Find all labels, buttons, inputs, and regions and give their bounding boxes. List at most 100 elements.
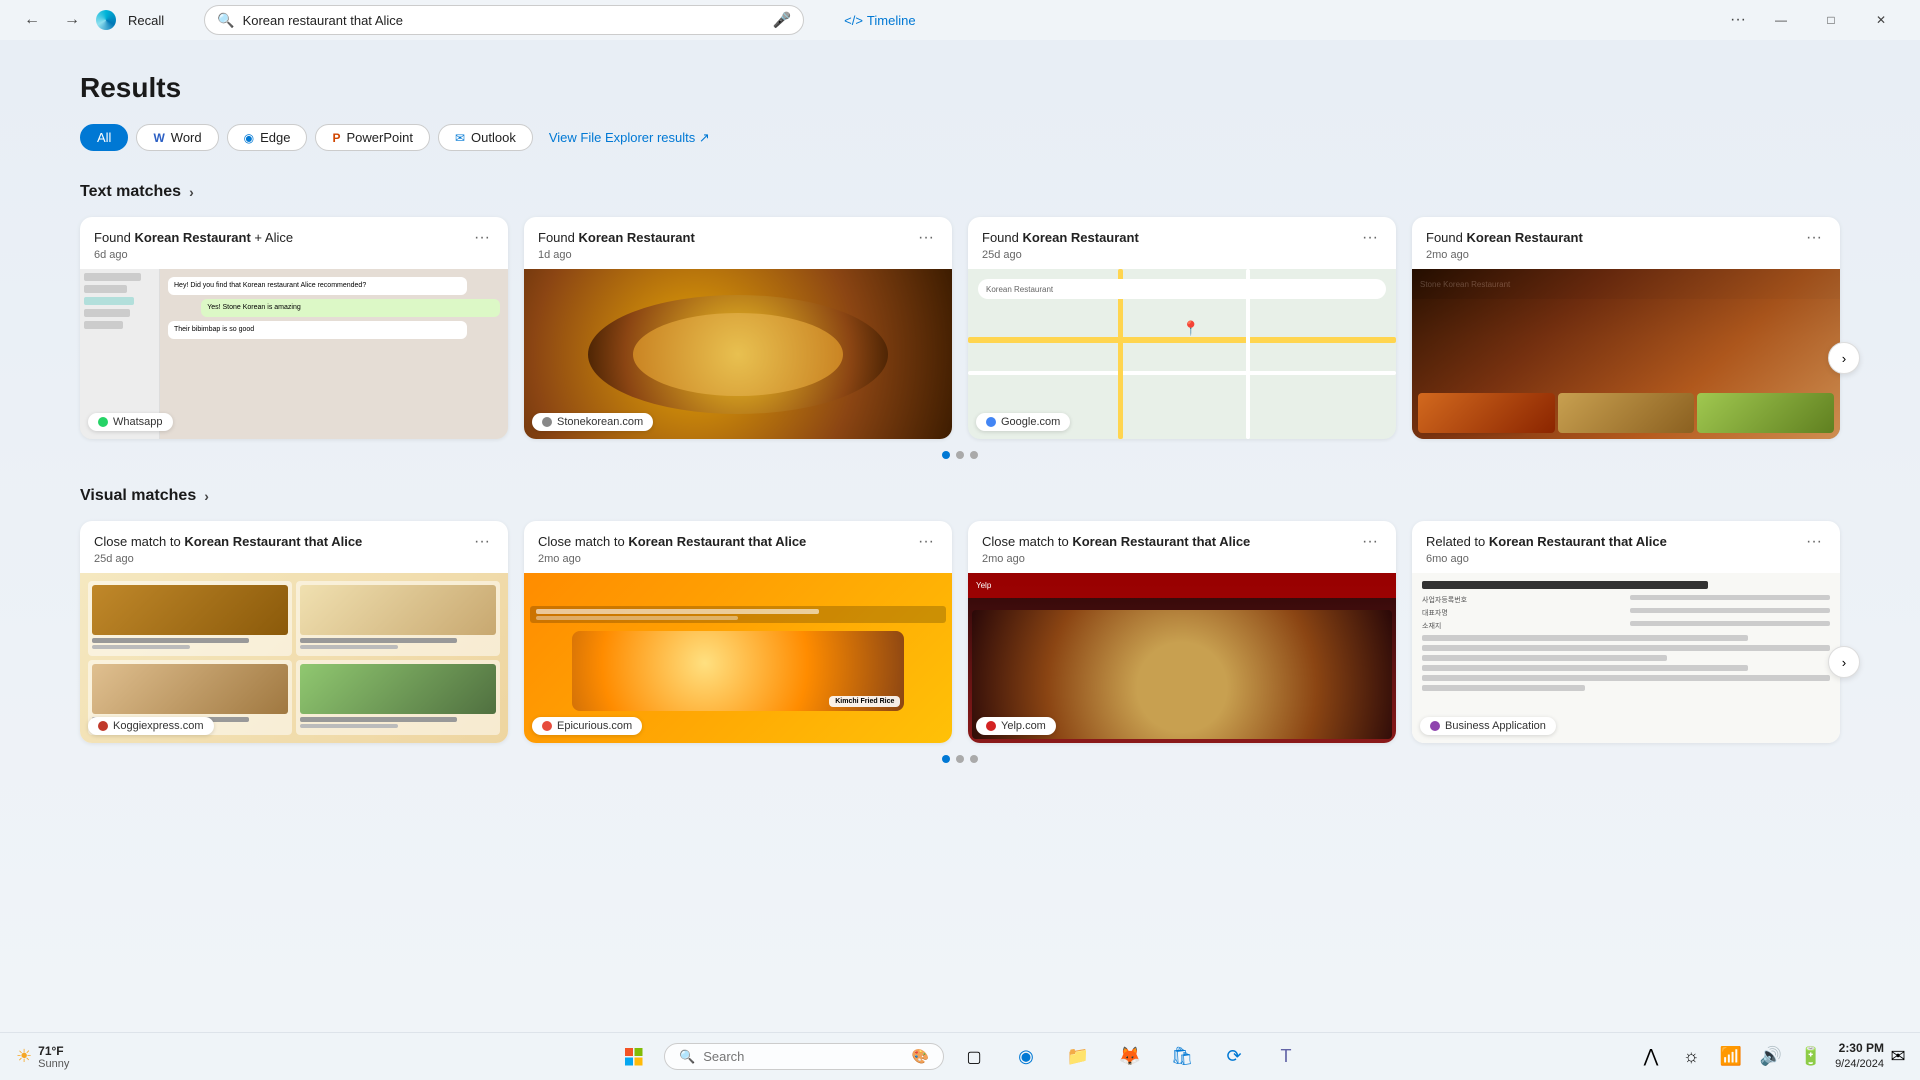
visual-matches-header[interactable]: Visual matches ›	[80, 487, 1840, 505]
card-header-3: Found Korean Restaurant 25d ago ···	[968, 217, 1396, 269]
card-time-3: 25d ago	[982, 249, 1139, 261]
card-time-2: 1d ago	[538, 249, 695, 261]
text-match-card-3[interactable]: Found Korean Restaurant 25d ago ··· 📍	[968, 217, 1396, 439]
card-screenshot-4: Stone Korean Restaurant	[1412, 269, 1840, 439]
filter-powerpoint[interactable]: P PowerPoint	[315, 124, 430, 151]
store-button[interactable]: 🛍	[1160, 1037, 1204, 1077]
word-label: Word	[171, 130, 202, 145]
edge-icon: ◉	[244, 131, 254, 145]
card-menu-btn-4[interactable]: ···	[1802, 229, 1826, 247]
system-clock[interactable]: 2:30 PM 9/24/2024	[1835, 1040, 1884, 1072]
firefox-button[interactable]: 🦊	[1108, 1037, 1152, 1077]
vm-badge-dot-4	[1430, 721, 1440, 731]
filter-edge[interactable]: ◉ Edge	[227, 124, 308, 151]
filter-all[interactable]: All	[80, 124, 128, 151]
windows-icon	[625, 1048, 643, 1066]
visual-matches-section: Visual matches › Close match to Korean R…	[80, 487, 1840, 763]
titlebar-nav: ← → Recall	[16, 4, 164, 36]
search-input[interactable]	[243, 13, 765, 28]
visual-match-card-2[interactable]: Close match to Korean Restaurant that Al…	[524, 521, 952, 743]
vm-card-menu-btn-3[interactable]: ···	[1358, 533, 1382, 551]
back-button[interactable]: ←	[16, 4, 48, 36]
outlook-icon: ✉	[455, 131, 465, 145]
forward-button[interactable]: →	[56, 4, 88, 36]
map-road-h1	[968, 337, 1396, 343]
taskbar-search[interactable]: 🔍 🎨	[664, 1043, 944, 1070]
card-menu-btn-1[interactable]: ···	[470, 229, 494, 247]
text-matches-header[interactable]: Text matches ›	[80, 183, 1840, 201]
app-title: Recall	[128, 13, 164, 28]
wa-bubble-1: Hey! Did you find that Korean restaurant…	[168, 277, 467, 295]
badge-dot-2	[542, 417, 552, 427]
visual-match-card-4[interactable]: Related to Korean Restaurant that Alice …	[1412, 521, 1840, 743]
timeline-button[interactable]: </> Timeline	[844, 13, 915, 28]
text-match-card-1[interactable]: Found Korean Restaurant + Alice 6d ago ·…	[80, 217, 508, 439]
vm-card-badge-4: Business Application	[1420, 717, 1556, 735]
vm-card-menu-btn-2[interactable]: ···	[914, 533, 938, 551]
search-bar[interactable]: 🔍 🎤	[204, 5, 804, 35]
card-badge-1: Whatsapp	[88, 413, 173, 431]
edge-taskbar-button[interactable]: ◉	[1004, 1037, 1048, 1077]
firefox-icon: 🦊	[1119, 1046, 1141, 1067]
weather-widget: ☀ 71°F Sunny	[16, 1044, 69, 1070]
sun-icon: ☀	[16, 1046, 32, 1067]
minimize-button[interactable]: —	[1758, 4, 1804, 36]
file-explorer-taskbar-button[interactable]: 📁	[1056, 1037, 1100, 1077]
file-explorer-link[interactable]: View File Explorer results ↗	[549, 130, 710, 146]
more-options-button[interactable]: ···	[1722, 7, 1754, 33]
vm-card-badge-1: Koggiexpress.com	[88, 717, 214, 735]
titlebar: ← → Recall 🔍 🎤 </> Timeline ··· — □ ✕	[0, 0, 1920, 40]
visual-matches-chevron: ›	[204, 488, 209, 504]
chevron-up-button[interactable]: ⋀	[1635, 1037, 1667, 1077]
badge-label-3: Google.com	[1001, 416, 1060, 428]
recall-app-icon	[96, 10, 116, 30]
card-header-1: Found Korean Restaurant + Alice 6d ago ·…	[80, 217, 508, 269]
task-view-button[interactable]: ▢	[952, 1037, 996, 1077]
card-badge-2: Stonekorean.com	[532, 413, 653, 431]
visual-match-card-1[interactable]: Close match to Korean Restaurant that Al…	[80, 521, 508, 743]
network-button[interactable]: 📶	[1715, 1037, 1747, 1077]
visual-match-card-3[interactable]: Close match to Korean Restaurant that Al…	[968, 521, 1396, 743]
doc-line-6	[1422, 685, 1585, 691]
weather-temp: 71°F	[38, 1044, 69, 1058]
close-button[interactable]: ✕	[1858, 4, 1904, 36]
weather-info: 71°F Sunny	[38, 1044, 69, 1070]
card-menu-btn-2[interactable]: ···	[914, 229, 938, 247]
filter-word[interactable]: W Word	[136, 124, 218, 151]
word-icon: W	[153, 131, 164, 145]
menu-item-1	[88, 581, 292, 656]
start-button[interactable]	[612, 1037, 656, 1077]
text-match-card-2[interactable]: Found Korean Restaurant 1d ago ···	[524, 217, 952, 439]
menu-item-4	[296, 660, 500, 735]
text-match-card-4[interactable]: Found Korean Restaurant 2mo ago ··· Ston…	[1412, 217, 1840, 439]
microphone-button[interactable]: 🎤	[772, 11, 791, 29]
titlebar-controls: ··· — □ ✕	[1722, 4, 1904, 36]
card-time-4: 2mo ago	[1426, 249, 1583, 261]
visual-matches-cards-wrapper: Close match to Korean Restaurant that Al…	[80, 521, 1840, 743]
teams-button[interactable]: T	[1264, 1037, 1308, 1077]
vm-card-menu-btn-4[interactable]: ···	[1802, 533, 1826, 551]
edge2-button[interactable]: ⟳	[1212, 1037, 1256, 1077]
maximize-button[interactable]: □	[1808, 4, 1854, 36]
dot-2-2	[956, 755, 964, 763]
vm-card-menu-btn-1[interactable]: ···	[470, 533, 494, 551]
main-content: Results All W Word ◉ Edge P PowerPoint ✉…	[0, 40, 1920, 1032]
card-header-4: Found Korean Restaurant 2mo ago ···	[1412, 217, 1840, 269]
notification-button[interactable]: ✉	[1892, 1037, 1904, 1077]
text-matches-cards-wrapper: Found Korean Restaurant + Alice 6d ago ·…	[80, 217, 1840, 439]
volume-button[interactable]: 🔊	[1755, 1037, 1787, 1077]
edge-taskbar-icon: ◉	[1018, 1046, 1034, 1067]
filter-outlook[interactable]: ✉ Outlook	[438, 124, 533, 151]
timeline-icon: </>	[844, 13, 863, 28]
text-matches-next-button[interactable]: ›	[1828, 342, 1860, 374]
brightness-button[interactable]: ☼	[1675, 1037, 1707, 1077]
visual-matches-next-button[interactable]: ›	[1828, 646, 1860, 678]
taskbar-search-input[interactable]	[703, 1049, 903, 1064]
vm-badge-dot-2	[542, 721, 552, 731]
badge-dot-1	[98, 417, 108, 427]
menu-dish-2	[300, 585, 496, 635]
card-info-3: Found Korean Restaurant 25d ago	[982, 229, 1139, 261]
vm-card-time-4: 6mo ago	[1426, 553, 1667, 565]
card-menu-btn-3[interactable]: ···	[1358, 229, 1382, 247]
battery-button[interactable]: 🔋	[1795, 1037, 1827, 1077]
